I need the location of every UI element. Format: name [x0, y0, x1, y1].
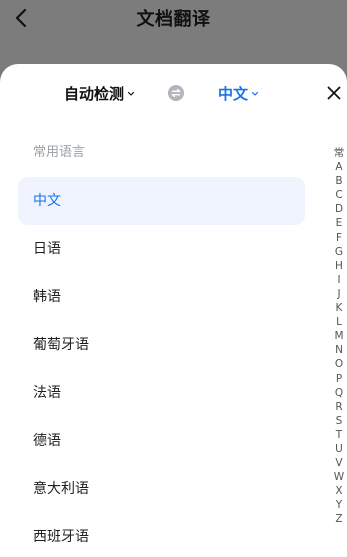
index-letter[interactable]: S	[330, 414, 347, 428]
index-letter[interactable]: F	[330, 231, 347, 245]
index-letter[interactable]: U	[330, 442, 347, 456]
index-letter[interactable]: V	[330, 456, 347, 470]
language-item-german[interactable]: 德语	[18, 417, 305, 465]
alphabet-index[interactable]: 常ABCDEFGHIJKLMNOPQRSTUVWXYZ	[330, 146, 347, 527]
language-item-italian[interactable]: 意大利语	[18, 465, 305, 513]
index-letter[interactable]: W	[330, 470, 347, 484]
target-language-label: 中文	[218, 85, 249, 103]
sheet-header: 自动检测 中文	[0, 64, 347, 122]
index-letter[interactable]: K	[330, 301, 347, 315]
index-letter[interactable]: J	[330, 287, 347, 301]
index-letter[interactable]: X	[330, 484, 347, 498]
index-letter[interactable]: A	[330, 160, 347, 174]
index-letter[interactable]: C	[330, 188, 347, 202]
target-language-dropdown[interactable]: 中文	[218, 83, 259, 104]
screen: 文档翻译 自动检测 中文 常用语言 中文 日语 韩语 葡萄牙语 法语 德语 意大…	[0, 0, 347, 557]
language-item-french[interactable]: 法语	[18, 369, 305, 417]
language-item-korean[interactable]: 韩语	[18, 273, 305, 321]
section-label-common-languages: 常用语言	[33, 145, 86, 160]
close-icon[interactable]	[326, 85, 342, 101]
chevron-down-icon	[127, 91, 135, 96]
index-letter[interactable]: E	[330, 216, 347, 230]
index-letter[interactable]: Q	[330, 386, 347, 400]
swap-icon[interactable]	[168, 85, 184, 101]
index-letter[interactable]: D	[330, 202, 347, 216]
index-letter[interactable]: N	[330, 343, 347, 357]
index-letter[interactable]: O	[330, 357, 347, 371]
index-letter[interactable]: T	[330, 428, 347, 442]
index-letter[interactable]: Y	[330, 498, 347, 512]
index-letter[interactable]: H	[330, 259, 347, 273]
language-item-chinese[interactable]: 中文	[18, 177, 305, 225]
source-language-label: 自动检测	[64, 85, 125, 103]
chevron-down-icon	[251, 91, 259, 96]
background-header: 文档翻译	[0, 0, 347, 70]
index-letter[interactable]: P	[330, 372, 347, 386]
page-title: 文档翻译	[136, 9, 211, 30]
index-letter[interactable]: Z	[330, 512, 347, 526]
language-list: 中文 日语 韩语 葡萄牙语 法语 德语 意大利语 西班牙语	[18, 177, 305, 557]
index-letter[interactable]: G	[330, 245, 347, 259]
language-item-japanese[interactable]: 日语	[18, 225, 305, 273]
index-letter[interactable]: R	[330, 400, 347, 414]
index-letter[interactable]: I	[330, 273, 347, 287]
index-letter[interactable]: 常	[330, 146, 347, 160]
index-letter[interactable]: B	[330, 174, 347, 188]
source-language-dropdown[interactable]: 自动检测	[64, 83, 135, 104]
index-letter[interactable]: M	[330, 329, 347, 343]
language-picker-sheet: 自动检测 中文 常用语言 中文 日语 韩语 葡萄牙语 法语 德语 意大利语 西班…	[0, 64, 347, 557]
language-item-spanish[interactable]: 西班牙语	[18, 513, 305, 557]
index-letter[interactable]: L	[330, 315, 347, 329]
language-item-portuguese[interactable]: 葡萄牙语	[18, 321, 305, 369]
